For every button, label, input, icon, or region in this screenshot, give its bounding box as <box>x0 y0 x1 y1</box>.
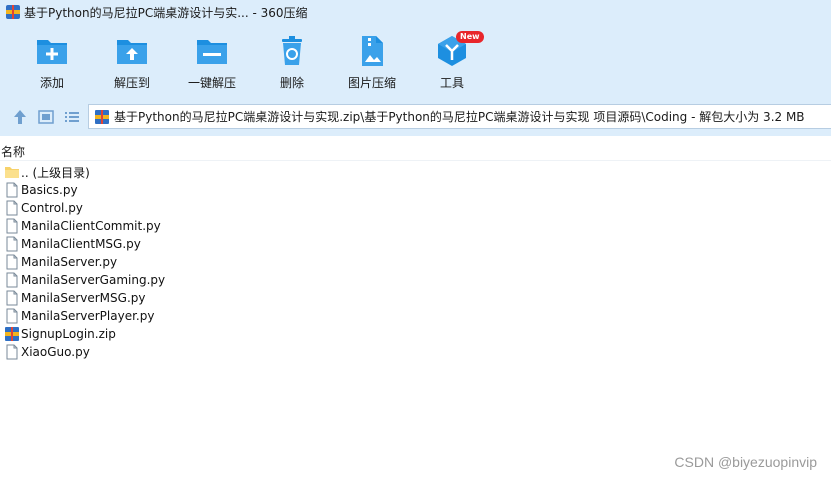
list-item[interactable]: Basics.py <box>0 181 831 199</box>
add-button[interactable]: 添加 <box>12 34 92 94</box>
zip-archive-icon <box>95 109 109 124</box>
thumbnail-view-icon[interactable] <box>37 108 55 126</box>
extract-folder-icon <box>117 40 147 64</box>
zip-archive-icon <box>5 327 19 341</box>
list-item[interactable]: ManilaServerGaming.py <box>0 271 831 289</box>
file-icon <box>6 290 18 306</box>
extract-to-label: 解压到 <box>113 76 150 90</box>
file-name: ManilaServer.py <box>21 255 118 269</box>
list-item[interactable]: XiaoGuo.py <box>0 343 831 361</box>
extract-to-button[interactable]: 解压到 <box>92 34 172 94</box>
trash-icon <box>282 36 302 65</box>
list-item[interactable]: ManilaClientCommit.py <box>0 217 831 235</box>
file-icon <box>6 182 18 198</box>
file-icon <box>6 236 18 252</box>
address-path-field[interactable]: 基于Python的马尼拉PC端桌游设计与实现.zip\基于Python的马尼拉P… <box>88 104 831 129</box>
file-name: Basics.py <box>21 183 78 197</box>
one-click-extract-button[interactable]: 一键解压 <box>172 34 252 94</box>
list-item-parent-folder[interactable]: .. (上级目录) <box>0 163 831 181</box>
file-list: .. (上级目录) Basics.py Control.py ManilaCli… <box>0 163 831 361</box>
add-folder-icon <box>37 40 67 64</box>
add-label: 添加 <box>39 76 64 90</box>
list-item[interactable]: ManilaServerPlayer.py <box>0 307 831 325</box>
file-icon <box>6 200 18 216</box>
delete-button[interactable]: 删除 <box>252 34 332 94</box>
image-compress-button[interactable]: 图片压缩 <box>332 34 412 94</box>
list-item[interactable]: ManilaServerMSG.py <box>0 289 831 307</box>
file-name: XiaoGuo.py <box>21 345 90 359</box>
file-icon <box>6 272 18 288</box>
image-compress-label: 图片压缩 <box>347 76 396 90</box>
list-item[interactable]: ManilaClientMSG.py <box>0 235 831 253</box>
folder-icon <box>5 167 19 178</box>
list-item[interactable]: SignupLogin.zip <box>0 325 831 343</box>
tools-label: 工具 <box>439 76 464 90</box>
file-icon <box>6 218 18 234</box>
column-name-header[interactable]: 名称 <box>1 143 25 160</box>
one-click-extract-icon <box>197 40 227 64</box>
list-view-icon[interactable] <box>63 108 81 126</box>
file-name: ManilaServerPlayer.py <box>21 309 155 323</box>
file-name: Control.py <box>21 201 83 215</box>
file-name: ManilaServerMSG.py <box>21 291 146 305</box>
file-name: ManilaServerGaming.py <box>21 273 166 287</box>
window-title: 基于Python的马尼拉PC端桌游设计与实... - 360压缩 <box>24 5 308 20</box>
up-arrow-icon[interactable] <box>11 108 29 126</box>
toolbar: 添加 解压到 一键解压 删除 图片压缩 New 工具 <box>0 24 831 98</box>
file-name: SignupLogin.zip <box>21 327 116 341</box>
file-icon <box>6 344 18 360</box>
app-zip-icon <box>6 5 20 19</box>
column-header: 名称 <box>0 140 831 161</box>
address-path-text: 基于Python的马尼拉PC端桌游设计与实现.zip\基于Python的马尼拉P… <box>114 110 805 124</box>
image-zip-icon <box>362 36 383 66</box>
list-item[interactable]: Control.py <box>0 199 831 217</box>
delete-label: 删除 <box>279 76 304 90</box>
title-bar: 基于Python的马尼拉PC端桌游设计与实... - 360压缩 <box>0 0 831 24</box>
new-badge: New <box>456 31 484 43</box>
file-name: ManilaClientMSG.py <box>21 237 141 251</box>
file-icon <box>6 254 18 270</box>
list-item[interactable]: ManilaServer.py <box>0 253 831 271</box>
watermark-text: CSDN @biyezuopinvip <box>674 454 817 470</box>
file-name: .. (上级目录) <box>21 165 90 180</box>
tools-button[interactable]: New 工具 <box>412 31 492 94</box>
file-icon <box>6 308 18 324</box>
file-name: ManilaClientCommit.py <box>21 219 161 233</box>
one-click-extract-label: 一键解压 <box>187 76 236 90</box>
